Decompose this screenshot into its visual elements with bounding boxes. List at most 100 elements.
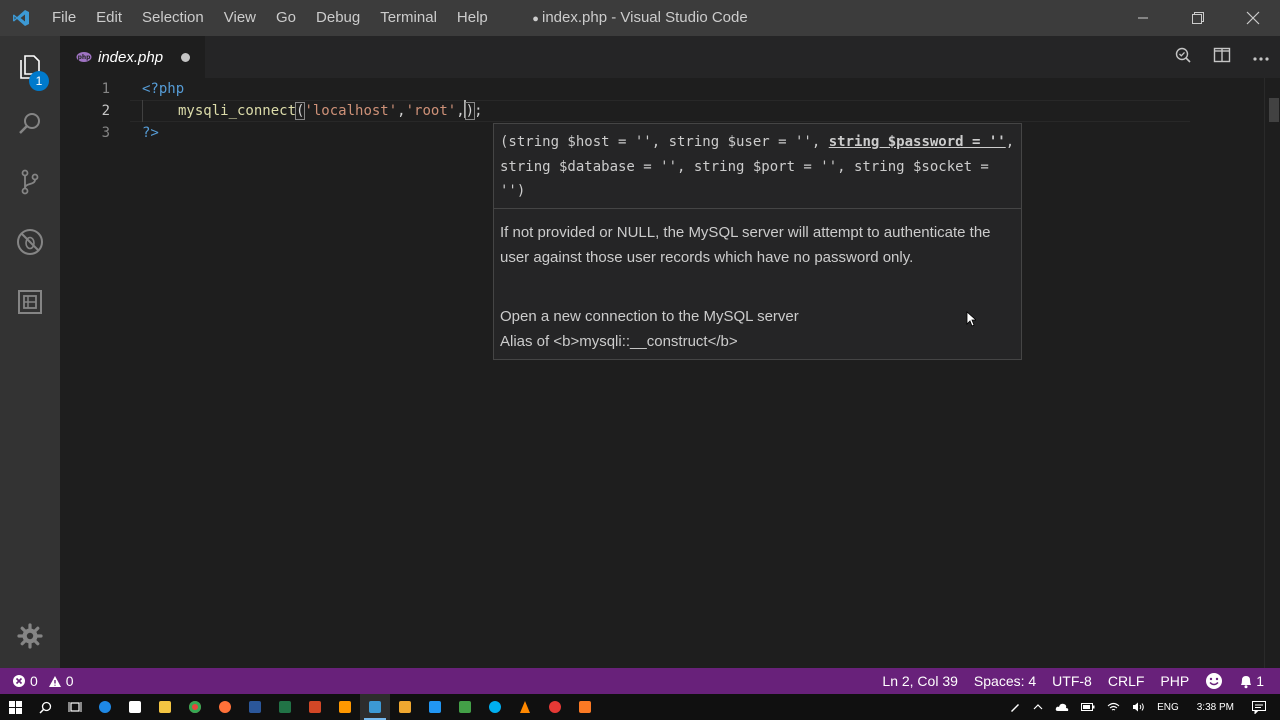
menu-terminal[interactable]: Terminal <box>370 0 447 36</box>
messaging-icon <box>429 701 441 713</box>
debug-view-button[interactable] <box>0 216 60 272</box>
manage-button[interactable] <box>0 610 60 666</box>
windows-logo-icon <box>8 700 22 714</box>
cursor-position[interactable]: Ln 2, Col 39 <box>874 668 966 694</box>
taskbar-app-recorder[interactable] <box>540 694 570 720</box>
taskbar-search-button[interactable] <box>30 694 60 720</box>
indentation[interactable]: Spaces: 4 <box>966 668 1044 694</box>
start-button[interactable] <box>0 694 30 720</box>
speaker-icon <box>1132 702 1145 712</box>
gear-icon <box>16 622 44 655</box>
explorer-badge: 1 <box>29 71 49 91</box>
taskbar-app-skype[interactable] <box>480 694 510 720</box>
folder-icon <box>159 701 171 713</box>
edge-icon <box>99 701 111 713</box>
search-view-button[interactable] <box>0 98 60 154</box>
taskbar-app-store[interactable] <box>120 694 150 720</box>
close-window-button[interactable] <box>1225 0 1280 36</box>
unsaved-dot-icon[interactable] <box>181 53 190 62</box>
taskbar-app-word[interactable] <box>240 694 270 720</box>
menu-debug[interactable]: Debug <box>306 0 370 36</box>
network-tray-button[interactable] <box>1101 702 1126 712</box>
function-alias: Alias of <b>mysqli::__construct</b> <box>500 333 738 350</box>
explorer-button[interactable]: 1 <box>0 40 60 96</box>
taskbar-app-explorer[interactable] <box>150 694 180 720</box>
wifi-icon <box>1107 702 1120 712</box>
function-summary: Open a new connection to the MySQL serve… <box>500 308 799 325</box>
chrome-icon <box>189 701 201 713</box>
taskbar-app-vscode[interactable] <box>360 694 390 720</box>
notifications-button[interactable]: 1 <box>1231 668 1272 694</box>
show-hidden-icons-button[interactable] <box>1027 704 1049 710</box>
taskbar-app-xampp[interactable] <box>570 694 600 720</box>
line-endings[interactable]: CRLF <box>1100 668 1153 694</box>
editor-scrollbar[interactable] <box>1264 78 1280 668</box>
taskbar-app-excel[interactable] <box>270 694 300 720</box>
smiley-icon <box>1205 672 1223 690</box>
taskbar-app-powerpoint[interactable] <box>300 694 330 720</box>
restore-button[interactable] <box>1170 0 1225 36</box>
code-line-1[interactable]: <?php <box>142 78 184 100</box>
source-control-icon <box>16 168 44 201</box>
taskbar-app-chrome[interactable] <box>180 694 210 720</box>
xampp-icon <box>579 701 591 713</box>
problems-status[interactable]: 0 0 <box>12 668 82 694</box>
open-changes-button[interactable] <box>1163 36 1202 78</box>
split-editor-button[interactable] <box>1202 36 1241 78</box>
battery-icon <box>1081 703 1095 711</box>
action-center-button[interactable] <box>1246 700 1280 714</box>
taskbar-app-messaging[interactable] <box>420 694 450 720</box>
menu-help[interactable]: Help <box>447 0 498 36</box>
vlc-icon <box>519 700 531 714</box>
window-controls <box>1115 0 1280 36</box>
activity-bar: 1 <box>0 36 60 668</box>
task-view-button[interactable] <box>60 694 90 720</box>
menu-selection[interactable]: Selection <box>132 0 214 36</box>
menu-view[interactable]: View <box>214 0 266 36</box>
source-control-button[interactable] <box>0 156 60 212</box>
chevron-up-icon <box>1033 704 1043 710</box>
file-encoding[interactable]: UTF-8 <box>1044 668 1100 694</box>
code-line-3[interactable]: ?> <box>142 122 159 144</box>
status-bar: 0 0 Ln 2, Col 39 Spaces: 4 UTF-8 CRLF PH… <box>0 668 1280 694</box>
store-icon <box>129 701 141 713</box>
ellipsis-icon <box>1252 48 1269 66</box>
language-mode[interactable]: PHP <box>1152 668 1197 694</box>
taskbar-app-edge[interactable] <box>90 694 120 720</box>
hover-divider <box>494 208 1021 209</box>
warning-icon <box>48 675 62 688</box>
more-actions-button[interactable] <box>1241 36 1280 78</box>
taskbar-app-firefox[interactable] <box>210 694 240 720</box>
error-count: 0 <box>30 673 38 689</box>
taskbar-app-notes[interactable] <box>390 694 420 720</box>
battery-tray-button[interactable] <box>1075 703 1101 711</box>
menu-go[interactable]: Go <box>266 0 306 36</box>
line-number: 3 <box>101 125 110 141</box>
scrollbar-thumb[interactable] <box>1269 98 1279 122</box>
task-view-icon <box>68 701 82 713</box>
minimize-button[interactable] <box>1115 0 1170 36</box>
feedback-button[interactable] <box>1197 672 1231 690</box>
volume-tray-button[interactable] <box>1126 702 1151 712</box>
taskbar-app-sublime[interactable] <box>330 694 360 720</box>
function-signature: (string $host = '', string $user = '', s… <box>500 130 1015 204</box>
clock[interactable]: 3:38 PM <box>1185 702 1246 713</box>
taskbar-app-vlc[interactable] <box>510 694 540 720</box>
menu-edit[interactable]: Edit <box>86 0 132 36</box>
pen-tray-button[interactable] <box>1003 701 1027 713</box>
code-line-2[interactable]: mysqli_connect('localhost','root',); <box>178 100 483 122</box>
function-name: mysqli_connect <box>178 103 297 119</box>
error-icon <box>12 674 26 688</box>
bell-icon <box>1239 674 1253 689</box>
menu-file[interactable]: File <box>42 0 86 36</box>
input-language[interactable]: ENG <box>1151 702 1185 713</box>
parameter-hints-widget: (string $host = '', string $user = '', s… <box>493 123 1022 360</box>
tab-index-php[interactable]: php index.php <box>60 36 205 78</box>
string-host: 'localhost' <box>304 103 398 119</box>
pen-icon <box>1009 701 1021 713</box>
extensions-button[interactable] <box>0 276 60 332</box>
active-parameter: string $password = '' <box>828 134 1006 150</box>
cloud-tray-button[interactable] <box>1049 702 1075 712</box>
vscode-icon <box>369 701 381 713</box>
taskbar-app-camtasia[interactable] <box>450 694 480 720</box>
